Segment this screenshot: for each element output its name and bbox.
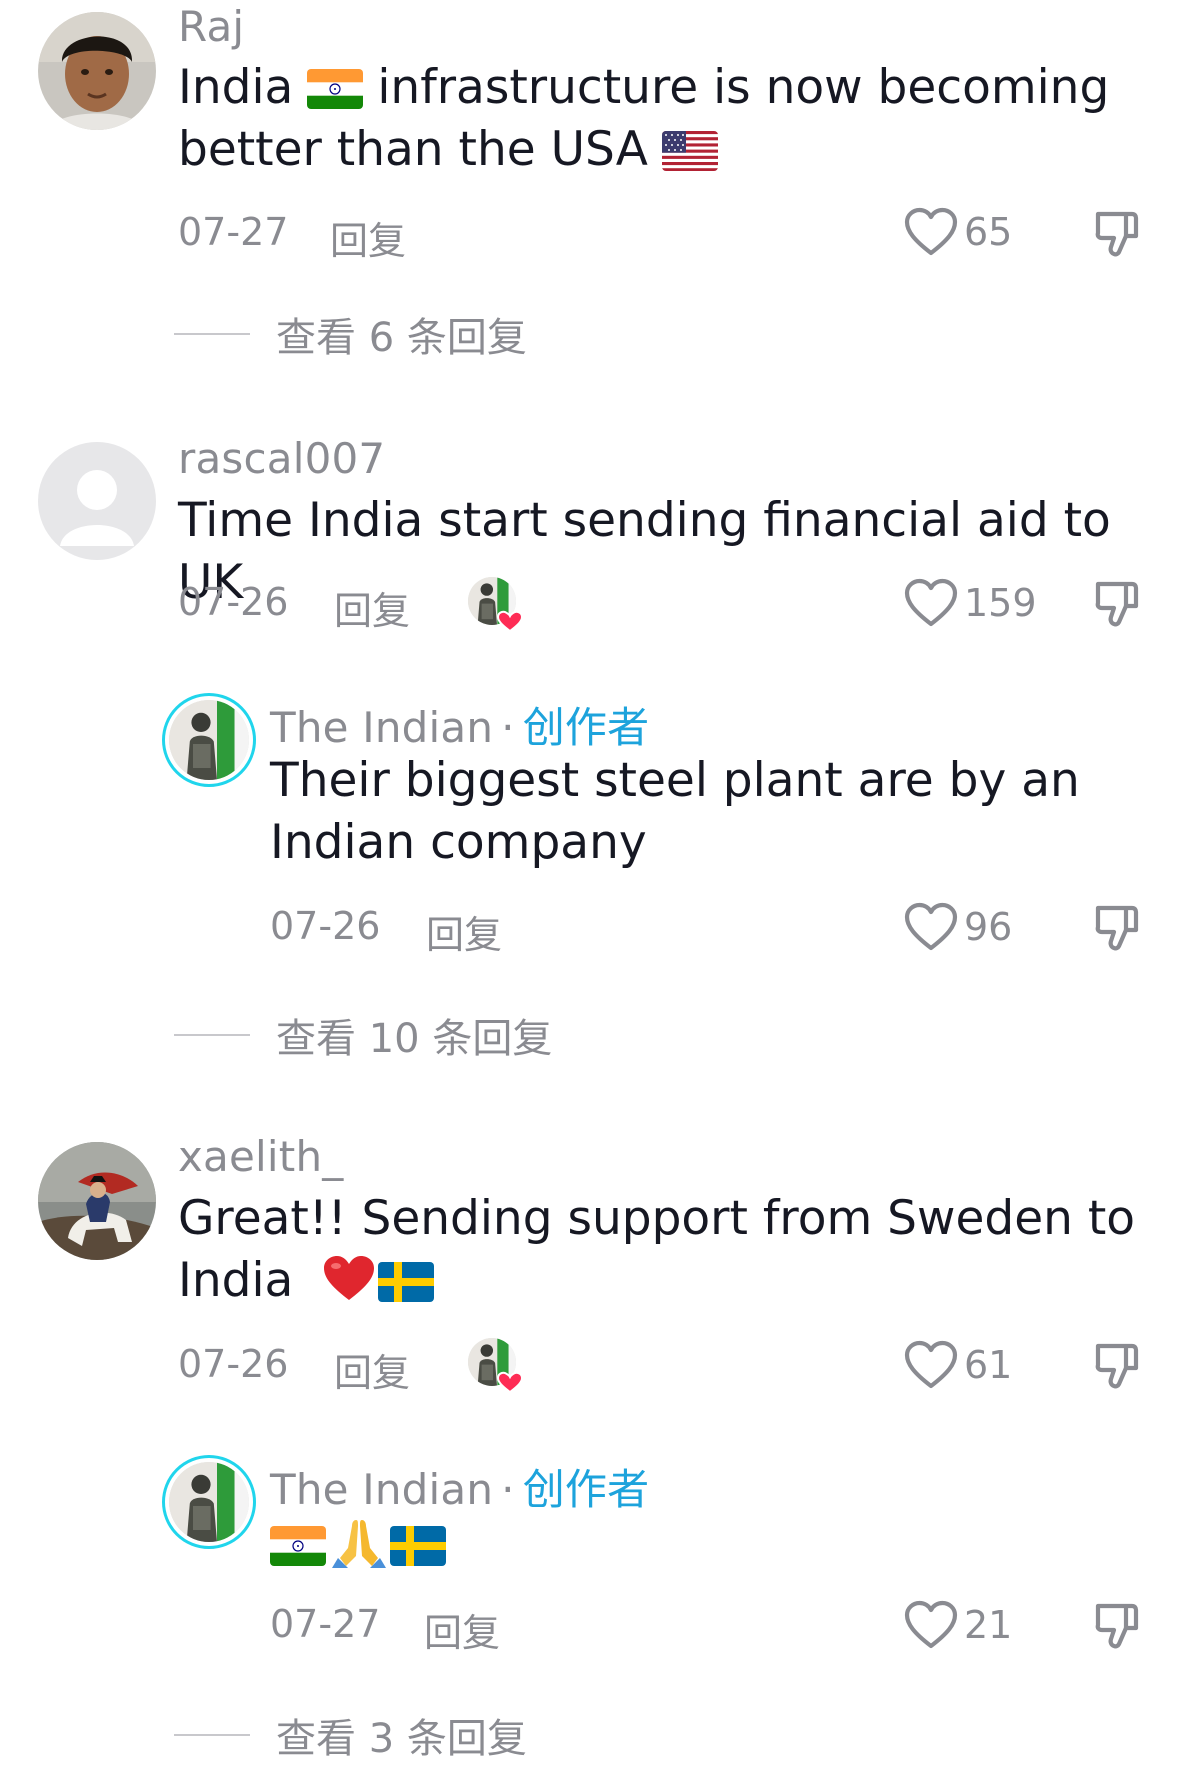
reply-date: 07-27 [270, 1602, 381, 1646]
divider-line [174, 1034, 250, 1036]
comment-text-line: Great!! Sending support from Sweden to [178, 1191, 1136, 1246]
reply-button[interactable]: 回复 [426, 904, 502, 959]
reply-username: The Indian · 创作者 [270, 1456, 649, 1517]
thumbs-down-icon[interactable] [1092, 578, 1144, 630]
sweden-flag-emoji [390, 1526, 446, 1566]
like-count: 21 [964, 1603, 1013, 1647]
comment-username[interactable]: Raj [178, 2, 244, 51]
heart-outline-icon [904, 902, 958, 952]
creator-avatar-image [169, 1462, 249, 1542]
view-replies-label: 查看 6 条回复 [276, 315, 527, 361]
like-button[interactable]: 61 [904, 1340, 1012, 1390]
divider-line [174, 333, 250, 335]
like-button[interactable]: 65 [904, 207, 1012, 257]
view-replies-button[interactable]: 查看 10 条回复 [174, 1006, 552, 1064]
reply-button[interactable]: 回复 [334, 1342, 410, 1397]
creator-liked-icon [468, 577, 524, 633]
separator-dot: · [501, 703, 515, 752]
heart-outline-icon [904, 1600, 958, 1650]
reply-button[interactable]: 回复 [424, 1602, 500, 1657]
comment-date: 07-26 [178, 1342, 289, 1386]
user-avatar-image [38, 12, 156, 130]
creator-badge: 创作者 [522, 1465, 650, 1514]
creator-avatar-image [169, 700, 249, 780]
reply-text-line: Indian company [270, 815, 647, 870]
comment-text-part: India [178, 60, 294, 115]
like-count: 159 [964, 581, 1037, 625]
view-replies-label: 查看 3 条回复 [276, 1716, 527, 1762]
thumbs-down-icon[interactable] [1092, 1600, 1144, 1652]
view-replies-button[interactable]: 查看 3 条回复 [174, 1706, 527, 1764]
reply-button[interactable]: 回复 [334, 580, 410, 635]
like-button[interactable]: 21 [904, 1600, 1012, 1650]
reply-text [270, 1514, 450, 1576]
comment-text-part: India [178, 1253, 294, 1308]
view-replies-label: 查看 10 条回复 [276, 1016, 553, 1062]
like-button[interactable]: 96 [904, 902, 1012, 952]
reply-text-line: Their biggest steel plant are by an [270, 753, 1080, 808]
india-flag-emoji [270, 1526, 326, 1566]
red-heart-emoji [324, 1256, 375, 1300]
like-count: 96 [964, 905, 1013, 949]
usa-flag-emoji [662, 131, 718, 171]
avatar[interactable] [38, 442, 156, 560]
default-avatar-icon [38, 442, 156, 560]
heart-outline-icon [904, 1340, 958, 1390]
folded-hands-emoji [332, 1520, 386, 1568]
comment-username[interactable]: xaelith_ [178, 1132, 343, 1181]
divider-line [174, 1734, 250, 1736]
thumbs-down-icon[interactable] [1092, 1340, 1144, 1392]
reply-text: Their biggest steel plant are by an Indi… [270, 750, 1170, 874]
comment-date: 07-27 [178, 210, 289, 254]
reply-username: The Indian · 创作者 [270, 694, 649, 755]
like-count: 65 [964, 210, 1013, 254]
comment-date: 07-26 [178, 580, 289, 624]
comment-text-line-2: India [178, 1250, 1158, 1312]
heart-outline-icon [904, 207, 958, 257]
sweden-flag-emoji [378, 1262, 434, 1302]
creator-avatar[interactable] [162, 693, 256, 787]
comment-username[interactable]: rascal007 [178, 434, 385, 483]
reply-date: 07-26 [270, 904, 381, 948]
like-count: 61 [964, 1343, 1013, 1387]
reply-author-name[interactable]: The Indian [270, 1465, 493, 1514]
avatar[interactable] [38, 12, 156, 130]
like-button[interactable]: 159 [904, 578, 1037, 628]
heart-outline-icon [904, 578, 958, 628]
reply-author-name[interactable]: The Indian [270, 703, 493, 752]
creator-liked-icon [468, 1338, 524, 1394]
thumbs-down-icon[interactable] [1092, 208, 1144, 260]
avatar[interactable] [38, 1142, 156, 1260]
user-avatar-image [38, 1142, 156, 1260]
separator-dot: · [501, 1465, 515, 1514]
comment-text: India infrastructure is now becoming bett… [178, 57, 1138, 181]
reply-button[interactable]: 回复 [330, 210, 406, 265]
india-flag-emoji [307, 69, 363, 109]
view-replies-button[interactable]: 查看 6 条回复 [174, 305, 527, 363]
comment-text: Great!! Sending support from Sweden to I… [178, 1188, 1158, 1312]
creator-badge: 创作者 [522, 703, 650, 752]
thumbs-down-icon[interactable] [1092, 902, 1144, 954]
creator-avatar[interactable] [162, 1455, 256, 1549]
